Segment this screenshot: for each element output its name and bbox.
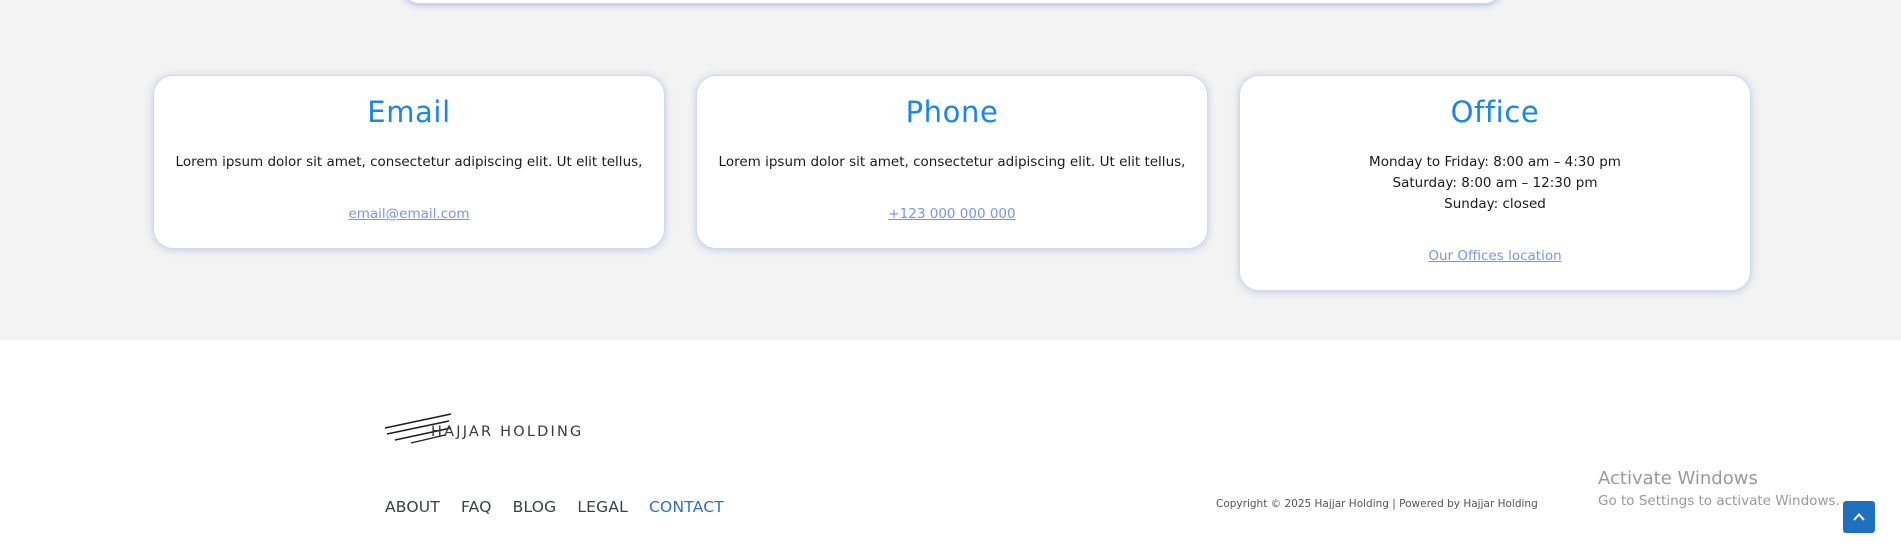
previous-card-bottom-edge: [400, 0, 1504, 4]
activate-windows-subtitle: Go to Settings to activate Windows.: [1598, 493, 1840, 509]
nav-about[interactable]: ABOUT: [385, 498, 440, 516]
scroll-to-top-button[interactable]: [1843, 501, 1875, 533]
nav-contact[interactable]: CONTACT: [649, 498, 724, 516]
office-location-link[interactable]: Our Offices location: [1240, 247, 1750, 265]
office-hours-weekdays: Monday to Friday: 8:00 am – 4:30 pm: [1369, 154, 1621, 170]
contact-info-section: Email Lorem ipsum dolor sit amet, consec…: [0, 0, 1901, 340]
office-hours: Monday to Friday: 8:00 am – 4:30 pm Satu…: [1240, 152, 1750, 215]
footer-nav: ABOUT FAQ BLOG LEGAL CONTACT: [385, 498, 724, 516]
nav-legal[interactable]: LEGAL: [577, 498, 628, 516]
copyright-text: Copyright © 2025 Hajjar Holding | Powere…: [1216, 498, 1538, 510]
office-card: Office Monday to Friday: 8:00 am – 4:30 …: [1239, 75, 1751, 291]
nav-faq[interactable]: FAQ: [461, 498, 492, 516]
phone-card-title: Phone: [905, 95, 999, 129]
phone-card: Phone Lorem ipsum dolor sit amet, consec…: [696, 75, 1208, 249]
email-card-text: Lorem ipsum dolor sit amet, consectetur …: [175, 154, 643, 170]
office-hours-sunday: Sunday: closed: [1444, 196, 1546, 212]
office-card-title: Office: [1450, 95, 1540, 129]
email-card: Email Lorem ipsum dolor sit amet, consec…: [153, 75, 665, 249]
office-hours-saturday: Saturday: 8:00 am – 12:30 pm: [1392, 175, 1598, 191]
phone-card-text: Lorem ipsum dolor sit amet, consectetur …: [718, 154, 1186, 170]
activate-windows-title: Activate Windows: [1598, 468, 1758, 489]
nav-blog[interactable]: BLOG: [513, 498, 557, 516]
logo-text: HAJJAR HOLDING: [431, 424, 584, 440]
email-card-title: Email: [367, 95, 451, 129]
phone-link[interactable]: +123 000 000 000: [697, 205, 1207, 223]
email-link[interactable]: email@email.com: [154, 205, 664, 223]
chevron-up-icon: [1853, 513, 1865, 521]
